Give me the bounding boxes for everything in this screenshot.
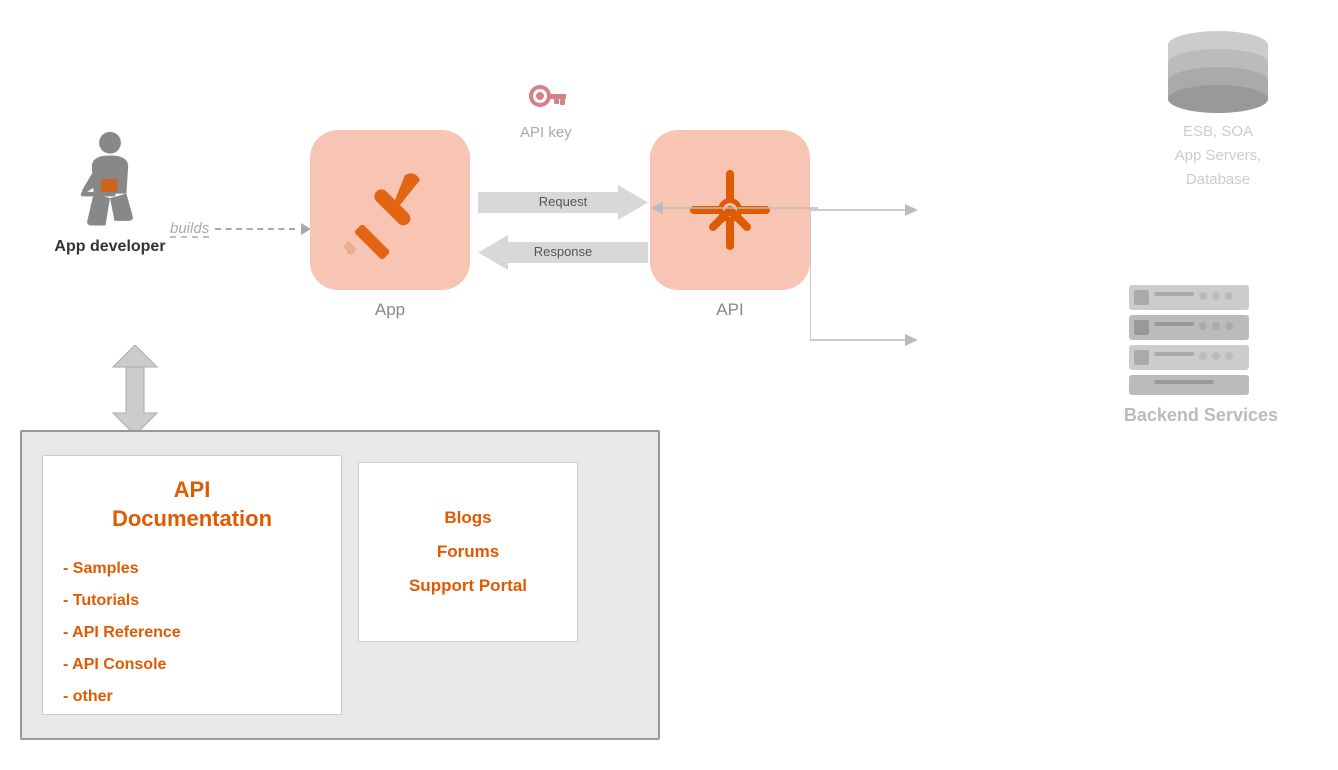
docs-item-other: - other bbox=[63, 681, 321, 713]
docs-item-api-reference: - API Reference bbox=[63, 617, 321, 649]
api-docs-title: API Documentation bbox=[63, 476, 321, 533]
builds-text: builds bbox=[170, 220, 209, 237]
community-item-forums: Forums bbox=[409, 535, 527, 569]
esb-label: ESB, SOA App Servers, Database bbox=[1153, 120, 1283, 192]
connector-lines bbox=[810, 150, 970, 400]
diagram-container: App developer builds App API key bbox=[0, 0, 1338, 770]
docs-item-tutorials: - Tutorials bbox=[63, 585, 321, 617]
api-key-label: API key bbox=[520, 124, 572, 141]
request-arrow-container: Request bbox=[478, 185, 648, 220]
response-label: Response bbox=[478, 244, 648, 259]
person-icon bbox=[70, 130, 150, 230]
app-label: App bbox=[340, 300, 440, 320]
esb-section: ESB, SOA App Servers, Database bbox=[1153, 25, 1283, 192]
community-item-support: Support Portal bbox=[409, 569, 527, 603]
community-box: Blogs Forums Support Portal bbox=[358, 462, 578, 642]
dashed-line bbox=[215, 228, 295, 230]
community-item-blogs: Blogs bbox=[409, 501, 527, 535]
builds-line: builds bbox=[170, 220, 311, 237]
app-developer-label: App developer bbox=[54, 238, 165, 256]
database-icon bbox=[1153, 25, 1283, 115]
request-label: Request bbox=[478, 194, 648, 209]
developer-portal: API Documentation - Samples - Tutorials … bbox=[20, 430, 660, 740]
api-docs-items: - Samples - Tutorials - API Reference - … bbox=[63, 553, 321, 713]
community-items: Blogs Forums Support Portal bbox=[409, 501, 527, 603]
backend-section: Backend Services bbox=[1124, 280, 1278, 426]
server-icon bbox=[1124, 280, 1254, 400]
response-arrow-container: Response bbox=[478, 235, 648, 270]
app-box bbox=[310, 130, 470, 290]
backend-label: Backend Services bbox=[1124, 405, 1278, 426]
double-arrow bbox=[108, 345, 162, 435]
app-developer-section: App developer bbox=[30, 130, 190, 256]
key-icon bbox=[526, 80, 566, 120]
api-label: API bbox=[680, 300, 780, 320]
docs-item-samples: - Samples bbox=[63, 553, 321, 585]
double-arrow-svg bbox=[108, 345, 162, 435]
backend-to-api-arrow bbox=[648, 198, 818, 218]
docs-item-api-console: - API Console bbox=[63, 649, 321, 681]
api-docs-box: API Documentation - Samples - Tutorials … bbox=[42, 455, 342, 715]
api-key-section: API key bbox=[520, 80, 572, 141]
tools-icon bbox=[340, 160, 440, 260]
